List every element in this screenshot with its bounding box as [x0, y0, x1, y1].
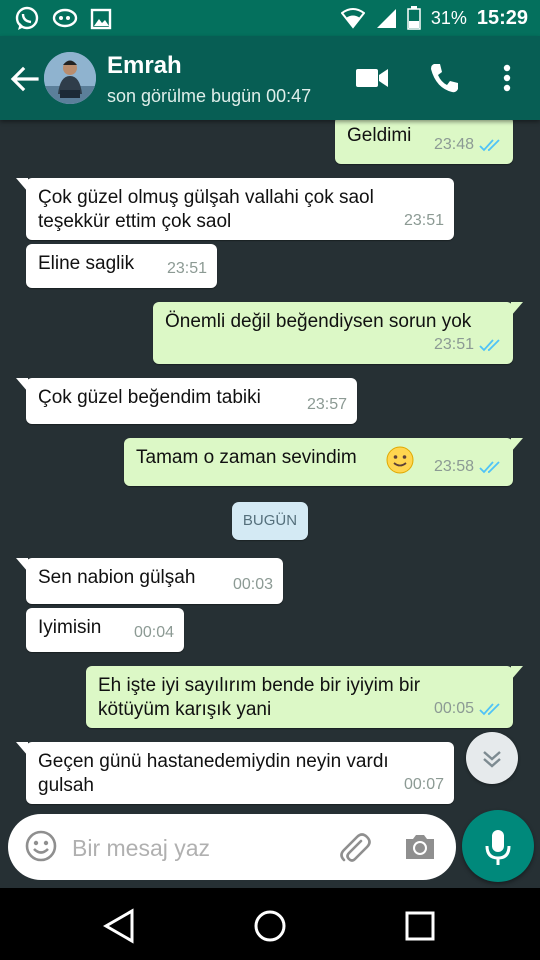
- emoji-icon[interactable]: [24, 829, 58, 863]
- navigation-bar: [0, 888, 540, 960]
- contact-name[interactable]: Emrah: [107, 52, 182, 80]
- signal-icon: [376, 9, 396, 28]
- message-text: Geldimi: [347, 125, 412, 146]
- clock: 15:29: [476, 6, 528, 29]
- message-text: Eline saglik: [38, 253, 135, 274]
- message-time: 00:07: [403, 776, 444, 793]
- message-list[interactable]: Geldimi 23:48 Çok güzel olmuş gülşah val…: [0, 120, 540, 810]
- mic-icon: [485, 830, 511, 865]
- message-text: Geçen günü hastanedemiydin neyin vardı g…: [38, 751, 389, 796]
- read-ticks-icon: [479, 339, 500, 352]
- message-time: 00:03: [232, 576, 273, 593]
- chevron-down-icon: [483, 751, 501, 768]
- message-text: Eh işte iyi sayılırım bende bir iyiyim b…: [98, 675, 421, 720]
- image-icon: [90, 8, 112, 30]
- last-seen-status: son görülme bugün 00:47: [107, 86, 312, 106]
- message-bubble[interactable]: Önemli değil beğendiysen sorun yok 23:51: [153, 302, 523, 364]
- message-icon: [52, 8, 78, 28]
- date-divider: BUGÜN: [232, 502, 308, 540]
- message-time: 00:04: [133, 624, 174, 641]
- message-time: 23:58: [433, 458, 474, 475]
- message-text: Çok güzel beğendim tabiki: [38, 387, 261, 408]
- mic-button[interactable]: [462, 810, 534, 882]
- chat-header: Emrah son görülme bugün 00:47: [0, 36, 540, 120]
- message-bubble[interactable]: Geldimi 23:48: [335, 120, 513, 164]
- message-bubble[interactable]: Çok güzel olmuş gülşah vallahi çok saol …: [16, 178, 454, 240]
- message-time: 23:51: [166, 260, 207, 277]
- scroll-to-bottom-button[interactable]: [466, 732, 518, 784]
- message-text: Tamam o zaman sevindim: [136, 447, 357, 468]
- status-bar: 31% 15:29: [0, 0, 540, 36]
- message-bubble[interactable]: Iyimisin 00:04: [26, 608, 184, 652]
- message-bubble[interactable]: Çok güzel beğendim tabiki 23:57: [16, 378, 357, 424]
- message-time: 23:48: [433, 136, 474, 153]
- message-bubble[interactable]: Sen nabion gülşah 00:03: [16, 558, 283, 604]
- back-arrow-icon[interactable]: [8, 62, 42, 96]
- message-bubble[interactable]: Tamam o zaman sevindim 23:58: [124, 438, 523, 486]
- read-ticks-icon: [479, 461, 500, 474]
- message-text: Iyimisin: [38, 617, 102, 638]
- attach-icon[interactable]: [336, 829, 372, 865]
- recents-nav-icon[interactable]: [400, 906, 440, 946]
- avatar[interactable]: [44, 52, 96, 104]
- read-ticks-icon: [479, 703, 500, 716]
- message-bubble[interactable]: Eh işte iyi sayılırım bende bir iyiyim b…: [86, 666, 523, 728]
- message-bubble[interactable]: Geçen günü hastanedemiydin neyin vardı g…: [16, 742, 454, 804]
- video-call-icon[interactable]: [354, 60, 390, 96]
- message-time: 23:51: [433, 336, 474, 353]
- battery-icon: [407, 6, 421, 30]
- message-composer: [8, 814, 456, 880]
- more-options-icon[interactable]: [490, 60, 524, 96]
- message-text: Çok güzel olmuş gülşah vallahi çok saol …: [38, 187, 374, 232]
- wifi-icon: [340, 8, 365, 29]
- camera-icon[interactable]: [402, 829, 438, 865]
- message-input[interactable]: [72, 832, 322, 864]
- message-time: 23:57: [306, 396, 347, 413]
- smiley-emoji-icon: [386, 446, 414, 474]
- phone-call-icon[interactable]: [426, 60, 462, 96]
- whatsapp-icon: [15, 6, 39, 30]
- back-nav-icon[interactable]: [100, 906, 140, 946]
- message-time: 23:51: [403, 212, 444, 229]
- message-time: 00:05: [433, 700, 474, 717]
- battery-percent: 31%: [430, 7, 467, 28]
- message-text: Önemli değil beğendiysen sorun yok: [165, 311, 472, 332]
- message-text: Sen nabion gülşah: [38, 567, 196, 588]
- home-nav-icon[interactable]: [250, 906, 290, 946]
- read-ticks-icon: [479, 139, 500, 152]
- message-bubble[interactable]: Eline saglik 23:51: [26, 244, 217, 288]
